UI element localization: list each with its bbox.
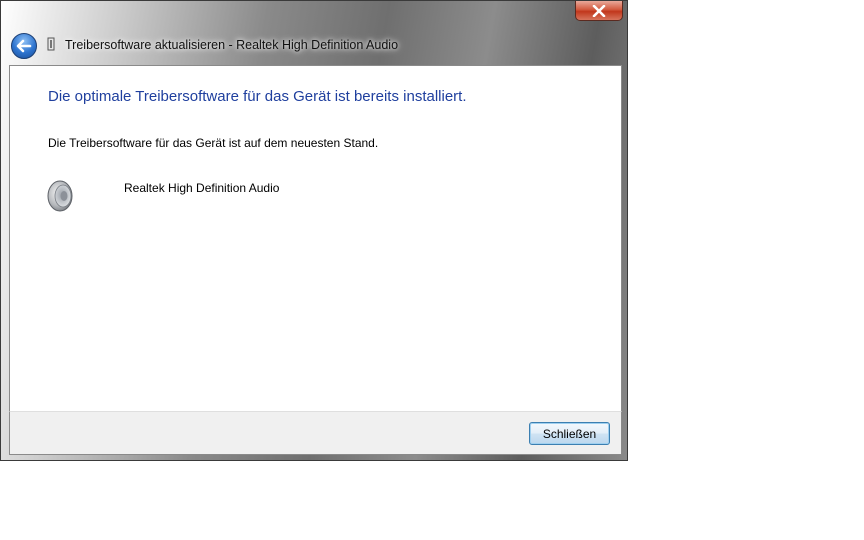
status-message: Die Treibersoftware für das Gerät ist au… <box>48 136 379 150</box>
driver-update-window: Treibersoftware aktualisieren - Realtek … <box>0 0 628 461</box>
speaker-icon <box>47 180 73 212</box>
window-title: Treibersoftware aktualisieren - Realtek … <box>65 38 399 52</box>
page-heading: Die optimale Treibersoftware für das Ger… <box>48 88 467 105</box>
content-area: Die optimale Treibersoftware für das Ger… <box>9 65 622 411</box>
device-name: Realtek High Definition Audio <box>124 181 280 195</box>
back-arrow-icon <box>16 39 32 53</box>
window-close-button[interactable] <box>575 1 623 21</box>
close-dialog-button[interactable]: Schließen <box>529 422 610 445</box>
footer-bar: Schließen <box>9 411 622 455</box>
close-x-icon <box>592 4 606 17</box>
device-manager-icon <box>47 37 55 51</box>
back-button[interactable] <box>11 33 37 59</box>
